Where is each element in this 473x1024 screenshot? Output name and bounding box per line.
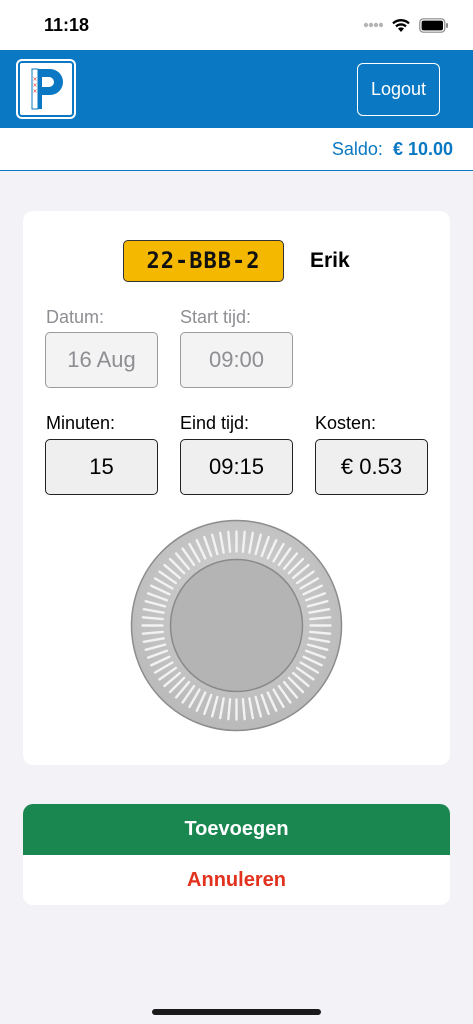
date-label: Datum:	[46, 307, 105, 327]
end-time-field[interactable]: 09:15	[180, 439, 293, 495]
date-field: 16 Aug	[45, 332, 158, 388]
balance-label: Saldo:	[331, 138, 383, 159]
start-time-field: 09:00	[180, 332, 293, 388]
time-dial[interactable]	[130, 519, 343, 732]
action-group: Toevoegen Annuleren	[23, 804, 450, 905]
start-time-label: Start tijd:	[180, 307, 252, 327]
status-icons	[363, 16, 449, 34]
cost-label: Kosten:	[315, 413, 377, 433]
add-button[interactable]: Toevoegen	[23, 804, 450, 855]
minutes-label: Minuten:	[46, 413, 116, 433]
logout-button[interactable]: Logout	[357, 63, 440, 116]
home-indicator	[152, 1009, 321, 1015]
status-bar: 11:18	[0, 0, 473, 50]
owner-name: Erik	[310, 249, 350, 272]
battery-icon	[419, 17, 448, 33]
signal-dots-icon	[363, 22, 383, 28]
balance-bar: Saldo: € 10.00	[0, 128, 473, 171]
parking-card: 22-BBB-2 Erik Datum: 16 Aug Start tijd: …	[23, 211, 450, 765]
svg-text:×: ×	[32, 88, 37, 95]
end-time-label: Eind tijd:	[180, 413, 250, 433]
parking-p-amsterdam-icon: × × ×	[18, 61, 74, 117]
cancel-button[interactable]: Annuleren	[23, 855, 450, 905]
minutes-field[interactable]: 15	[45, 439, 158, 495]
license-plate[interactable]: 22-BBB-2	[123, 240, 284, 282]
app-header: × × × Logout	[0, 50, 473, 128]
balance-value: € 10.00	[392, 138, 453, 159]
status-time: 11:18	[44, 15, 90, 35]
wifi-icon	[392, 18, 410, 32]
cost-field: € 0.53	[315, 439, 428, 495]
